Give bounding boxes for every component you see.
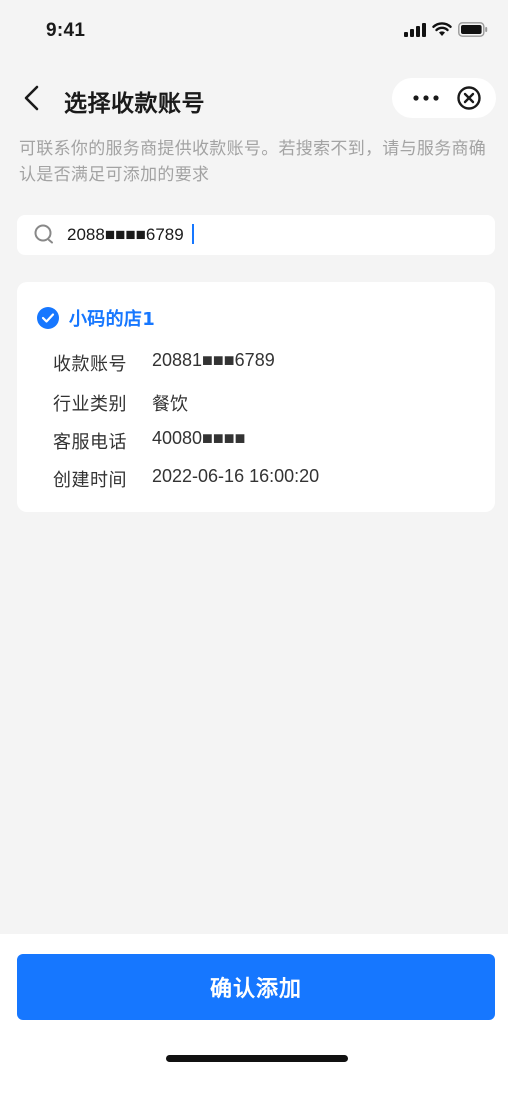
info-value: 2022-06-16 16:00:20 (152, 466, 320, 486)
info-label: 创建时间 (53, 470, 127, 491)
text-caret (191, 224, 194, 245)
more-dots-icon (413, 95, 439, 101)
close-circle-icon (457, 86, 481, 110)
mini-program-capsule (392, 78, 496, 118)
status-icons (404, 22, 488, 37)
description-text: 可联系你的服务商提供收款账号。若搜索不到，请与服务商确认是否满足可添加的要求 (19, 139, 487, 185)
nav-bar: 选择收款账号 (0, 70, 508, 126)
home-indicator (166, 1055, 348, 1062)
search-input[interactable]: 2088■■■■6789 (17, 215, 495, 255)
close-button[interactable] (454, 83, 484, 113)
status-bar: 9:41 (0, 0, 508, 64)
checkmark-icon (41, 313, 55, 323)
more-button[interactable] (406, 83, 446, 113)
page-title: 选择收款账号 (64, 91, 205, 117)
info-row-phone: 客服电话 40080■■■■ (53, 428, 246, 454)
info-row-industry: 行业类别 餐饮 (53, 390, 188, 416)
info-value: 40080■■■■ (152, 428, 246, 448)
info-label: 收款账号 (53, 354, 127, 375)
card-header: 小码的店1 (37, 305, 155, 331)
info-value: 20881■■■6789 (152, 350, 275, 370)
info-row-created-time: 创建时间 2022-06-16 16:00:20 (53, 466, 319, 492)
search-icon (34, 224, 53, 244)
info-label: 客服电话 (53, 432, 127, 453)
store-name: 小码的店1 (69, 309, 156, 330)
status-time: 9:41 (46, 20, 86, 41)
confirm-add-button[interactable]: 确认添加 (17, 954, 495, 1020)
info-value: 餐饮 (152, 394, 188, 414)
info-label: 行业类别 (53, 394, 127, 415)
cellular-signal-icon (404, 22, 426, 37)
search-value: 2088■■■■6789 (67, 224, 194, 245)
checkmark-circle-icon[interactable] (37, 307, 59, 329)
back-button[interactable] (18, 82, 48, 114)
info-row-account: 收款账号 20881■■■6789 (53, 350, 275, 376)
chevron-left-icon (24, 85, 39, 111)
battery-icon (458, 22, 488, 37)
wifi-icon (432, 22, 452, 36)
search-value-text: 2088■■■■6789 (67, 225, 184, 244)
